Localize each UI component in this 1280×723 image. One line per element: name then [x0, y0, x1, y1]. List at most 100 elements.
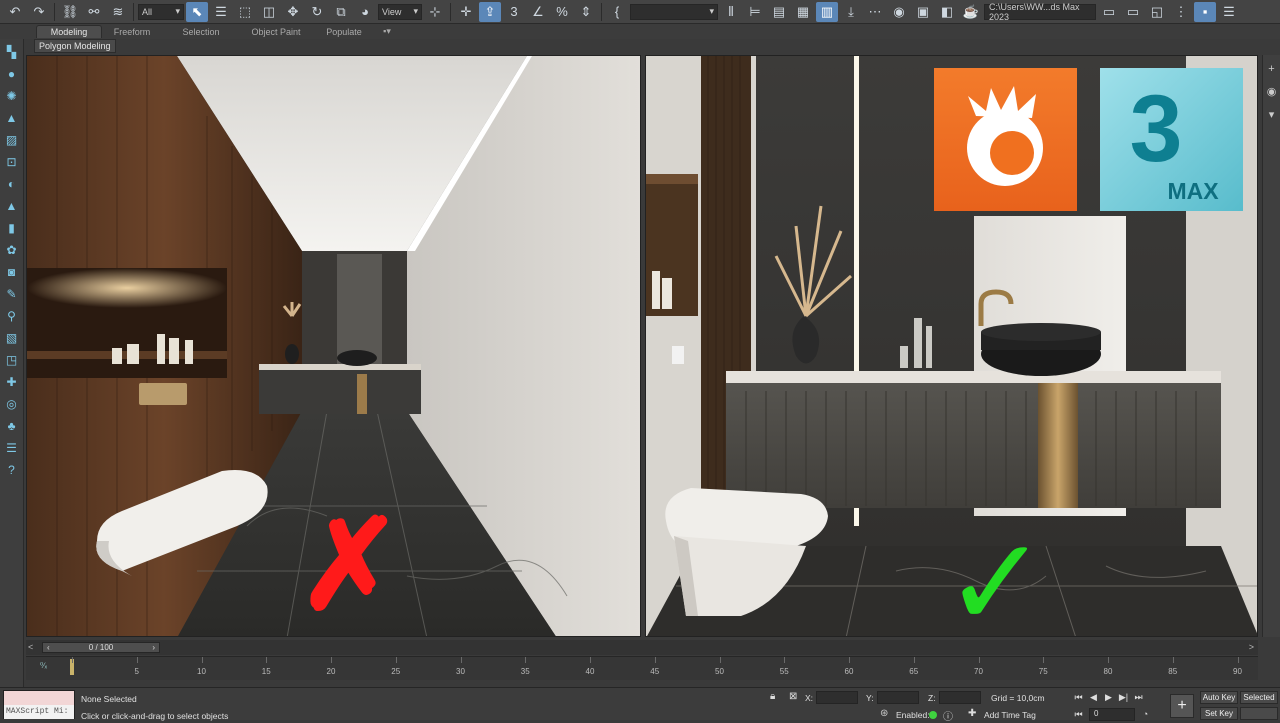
selection-lock-icon[interactable]: 🔒︎ — [770, 691, 775, 702]
workspace-icon[interactable]: ▭ — [1122, 2, 1144, 22]
isolate-icon[interactable]: ◱ — [1146, 2, 1168, 22]
ribbon-options-icon[interactable]: ▪▾ — [376, 25, 398, 38]
panel-scroll-icon[interactable]: ▾ — [1269, 108, 1275, 121]
render-production-icon[interactable]: ☕ — [960, 2, 982, 22]
snaps-toggle-icon[interactable]: 3 — [503, 2, 525, 22]
time-slider-next-icon[interactable]: > — [1249, 642, 1254, 652]
layer-explorer-icon[interactable]: ▦ — [792, 2, 814, 22]
z-coordinate-field[interactable] — [939, 691, 981, 704]
placement-icon[interactable]: ◕ — [354, 2, 376, 22]
help-icon[interactable]: ? — [3, 460, 21, 479]
tab-selection[interactable]: Selection — [162, 26, 240, 38]
utilities-icon[interactable]: ◙ — [3, 262, 21, 281]
current-frame-field[interactable]: 0 — [1089, 708, 1135, 721]
render-setup-icon[interactable]: ▣ — [912, 2, 934, 22]
curve-editor-icon[interactable]: ⤓ — [840, 2, 862, 22]
reference-coordinate-dropdown[interactable]: View ▾ — [378, 3, 422, 20]
schematic-view-icon[interactable]: ⋯ — [864, 2, 886, 22]
next-frame-icon[interactable]: ▶| — [1116, 690, 1131, 704]
set-key-plus-icon[interactable]: + — [1170, 694, 1194, 718]
tab-object-paint[interactable]: Object Paint — [240, 26, 312, 38]
info-icon[interactable]: ⓘ — [943, 708, 953, 723]
tab-populate[interactable]: Populate — [312, 26, 376, 38]
spacewarps-icon[interactable]: ▨ — [3, 130, 21, 149]
time-slider-prev-icon[interactable]: < — [28, 642, 33, 652]
auto-key-button[interactable]: Auto Key — [1200, 691, 1238, 704]
helpers-icon[interactable]: ▲ — [3, 108, 21, 127]
maxscript-input[interactable]: MAXScript Mi: — [4, 705, 74, 719]
bind-spacewarp-icon[interactable]: ≋ — [107, 2, 129, 22]
time-tag-icon[interactable]: ✚ — [968, 708, 976, 719]
scale-icon[interactable]: ⧉ — [330, 2, 352, 22]
rectangular-selection-icon[interactable]: ⬚ — [234, 2, 256, 22]
maxscript-listener[interactable]: MAXScript Mi: — [3, 690, 75, 719]
previous-frame-icon[interactable]: ◀ — [1086, 690, 1101, 704]
go-to-start-icon[interactable]: ⏮ — [1071, 690, 1086, 704]
select-manipulate-icon[interactable]: ✛ — [455, 2, 477, 22]
toggle-scene-explorer-icon[interactable]: ▤ — [768, 2, 790, 22]
rendered-frame-window-icon[interactable]: ◧ — [936, 2, 958, 22]
named-selection-dropdown[interactable]: ▾ — [630, 3, 718, 20]
display-icon[interactable]: ✿ — [3, 240, 21, 259]
keyboard-shortcut-override-icon[interactable]: ⇪ — [479, 1, 501, 22]
key-mode-icon[interactable]: ⏮ — [1071, 707, 1086, 721]
list-icon[interactable]: ☰ — [3, 438, 21, 457]
material-editor-icon[interactable]: ◉ — [888, 2, 910, 22]
align-icon[interactable]: ⊨ — [744, 2, 766, 22]
add-time-tag[interactable]: Add Time Tag — [984, 710, 1036, 720]
percent-snap-icon[interactable]: % — [551, 2, 573, 22]
toolbar-overflow-icon[interactable]: ⋮ — [1170, 2, 1192, 22]
spinner-snap-icon[interactable]: ⇕ — [575, 2, 597, 22]
modify-circle-icon[interactable]: ◉ — [1267, 85, 1277, 98]
undo-icon[interactable]: ↶ — [4, 2, 26, 22]
angle-snap-icon[interactable]: ∠ — [527, 2, 549, 22]
y-coordinate-field[interactable] — [877, 691, 919, 704]
mirror-icon[interactable]: ⫴ — [720, 2, 742, 22]
move-icon[interactable]: ✥ — [282, 2, 304, 22]
eye-icon[interactable]: ◎ — [3, 394, 21, 413]
absolute-mode-icon[interactable]: ⊠ — [789, 691, 797, 702]
toggle-panel-icon[interactable]: ◳ — [3, 350, 21, 369]
sign-in-icon[interactable]: ☰ — [1218, 2, 1240, 22]
project-path-field[interactable]: C:\Users\WW...ds Max 2023 — [984, 2, 1096, 22]
modify-icon[interactable]: ◐ — [3, 174, 21, 193]
rotate-icon[interactable]: ↻ — [306, 2, 328, 22]
enabled-status-dot[interactable] — [929, 711, 937, 719]
lights-icon[interactable]: ● — [3, 64, 21, 83]
x-coordinate-field[interactable] — [816, 691, 858, 704]
project-folder-icon[interactable]: ▭ — [1098, 2, 1120, 22]
time-configuration-icon[interactable]: ◔ — [1138, 707, 1153, 721]
key-filter-dropdown[interactable]: Selected — [1240, 691, 1278, 704]
ribbon-panel-polygon-modeling[interactable]: Polygon Modeling — [34, 39, 116, 53]
filter-icon[interactable]: ⁰∕ₓ — [40, 661, 47, 670]
ribbon-toggle-icon[interactable]: ▥ — [816, 1, 838, 22]
create-plus-icon[interactable]: + — [1268, 63, 1274, 75]
maxscript-output[interactable] — [4, 691, 74, 705]
motion-icon[interactable]: ▮ — [3, 218, 21, 237]
adaptive-degradation-icon[interactable]: ⊛ — [880, 708, 888, 719]
tab-modeling[interactable]: Modeling — [36, 25, 102, 38]
tree-icon[interactable]: ♣ — [3, 416, 21, 435]
pin-icon[interactable]: ✚ — [3, 372, 21, 391]
save-icon[interactable]: ▪ — [1194, 1, 1216, 22]
hierarchy-icon[interactable]: ▲ — [3, 196, 21, 215]
set-key-button[interactable]: Set Key — [1200, 707, 1238, 720]
go-to-end-icon[interactable]: ⏭ — [1131, 690, 1146, 704]
viewport-layout-icon[interactable]: ▧ — [3, 328, 21, 347]
time-slider[interactable]: < ‹ 0 / 100 › > — [26, 640, 1258, 655]
window-crossing-icon[interactable]: ◫ — [258, 2, 280, 22]
time-slider-handle[interactable]: ‹ 0 / 100 › — [42, 642, 160, 653]
selection-filter-dropdown[interactable]: All ▾ — [138, 3, 184, 20]
tab-freeform[interactable]: Freeform — [102, 26, 162, 38]
redo-icon[interactable]: ↷ — [28, 2, 50, 22]
viewport-left-render[interactable]: ✗ — [26, 55, 641, 637]
paint-icon[interactable]: ✎ — [3, 284, 21, 303]
key-filters-button[interactable] — [1240, 707, 1278, 720]
create-icon[interactable]: ▚ — [3, 42, 21, 61]
select-by-name-icon[interactable]: ☰ — [210, 2, 232, 22]
track-bar[interactable]: ⁰∕ₓ 5 10 15 20 25 30 35 40 45 50 55 60 65 70 75 80 85 90 — [26, 656, 1258, 680]
viewport-right-render[interactable]: 3 MAX ✓ — [645, 55, 1258, 637]
unlink-icon[interactable]: ⚯ — [83, 2, 105, 22]
play-icon[interactable]: ▶ — [1101, 690, 1116, 704]
edit-named-selection-icon[interactable]: { — [606, 2, 628, 22]
